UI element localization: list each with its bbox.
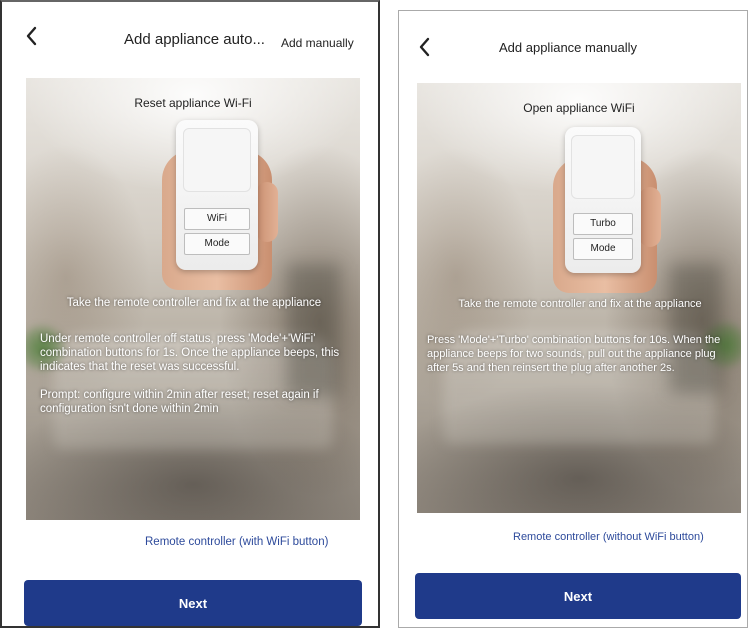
instruction-step: Take the remote controller and fix at th… (66, 297, 322, 309)
instruction-step: Under remote controller off status, pres… (40, 333, 340, 373)
chevron-left-icon[interactable] (415, 35, 435, 59)
remote-controller: Turbo Mode (565, 127, 641, 273)
instruction-panel: Open appliance WiFi Turbo Mode Take the … (417, 83, 741, 513)
hand-holding-remote: WiFi Mode (162, 120, 278, 290)
screen-add-appliance-auto: Add appliance auto... Add manually Reset… (0, 0, 380, 628)
panel-heading: Open appliance WiFi (523, 101, 635, 115)
next-button[interactable]: Next (24, 580, 362, 626)
hand-holding-remote: Turbo Mode (553, 127, 661, 293)
remote-type-link[interactable]: Remote controller (without WiFi button) (513, 531, 704, 543)
header: Add appliance manually (399, 11, 747, 83)
screen-add-appliance-manually: Add appliance manually Open appliance Wi… (398, 10, 748, 628)
page-title: Add appliance manually (499, 40, 638, 55)
instruction-text: Take the remote controller and fix at th… (40, 296, 348, 430)
remote-mode-button: Mode (572, 238, 634, 260)
remote-screen (182, 128, 252, 192)
next-button[interactable]: Next (415, 573, 741, 619)
instruction-prompt: Prompt: configure within 2min after rese… (40, 389, 319, 415)
panel-heading: Reset appliance Wi-Fi (134, 96, 252, 110)
remote-turbo-button: Turbo (572, 213, 634, 235)
instruction-panel: Reset appliance Wi-Fi WiFi Mode Take the… (26, 78, 360, 520)
remote-controller: WiFi Mode (176, 120, 258, 270)
remote-screen (571, 135, 635, 199)
instruction-step: Press 'Mode'+'Turbo' combination buttons… (427, 334, 721, 374)
instruction-step: Take the remote controller and fix at th… (458, 298, 702, 310)
remote-wifi-button: WiFi (184, 208, 250, 230)
chevron-left-icon[interactable] (22, 24, 42, 48)
header: Add appliance auto... Add manually (2, 2, 378, 74)
page-title: Add appliance auto... (124, 31, 265, 48)
instruction-text: Take the remote controller and fix at th… (427, 297, 733, 389)
remote-mode-button: Mode (184, 233, 250, 255)
add-manually-link[interactable]: Add manually (281, 36, 354, 50)
remote-type-link[interactable]: Remote controller (with WiFi button) (145, 536, 328, 548)
